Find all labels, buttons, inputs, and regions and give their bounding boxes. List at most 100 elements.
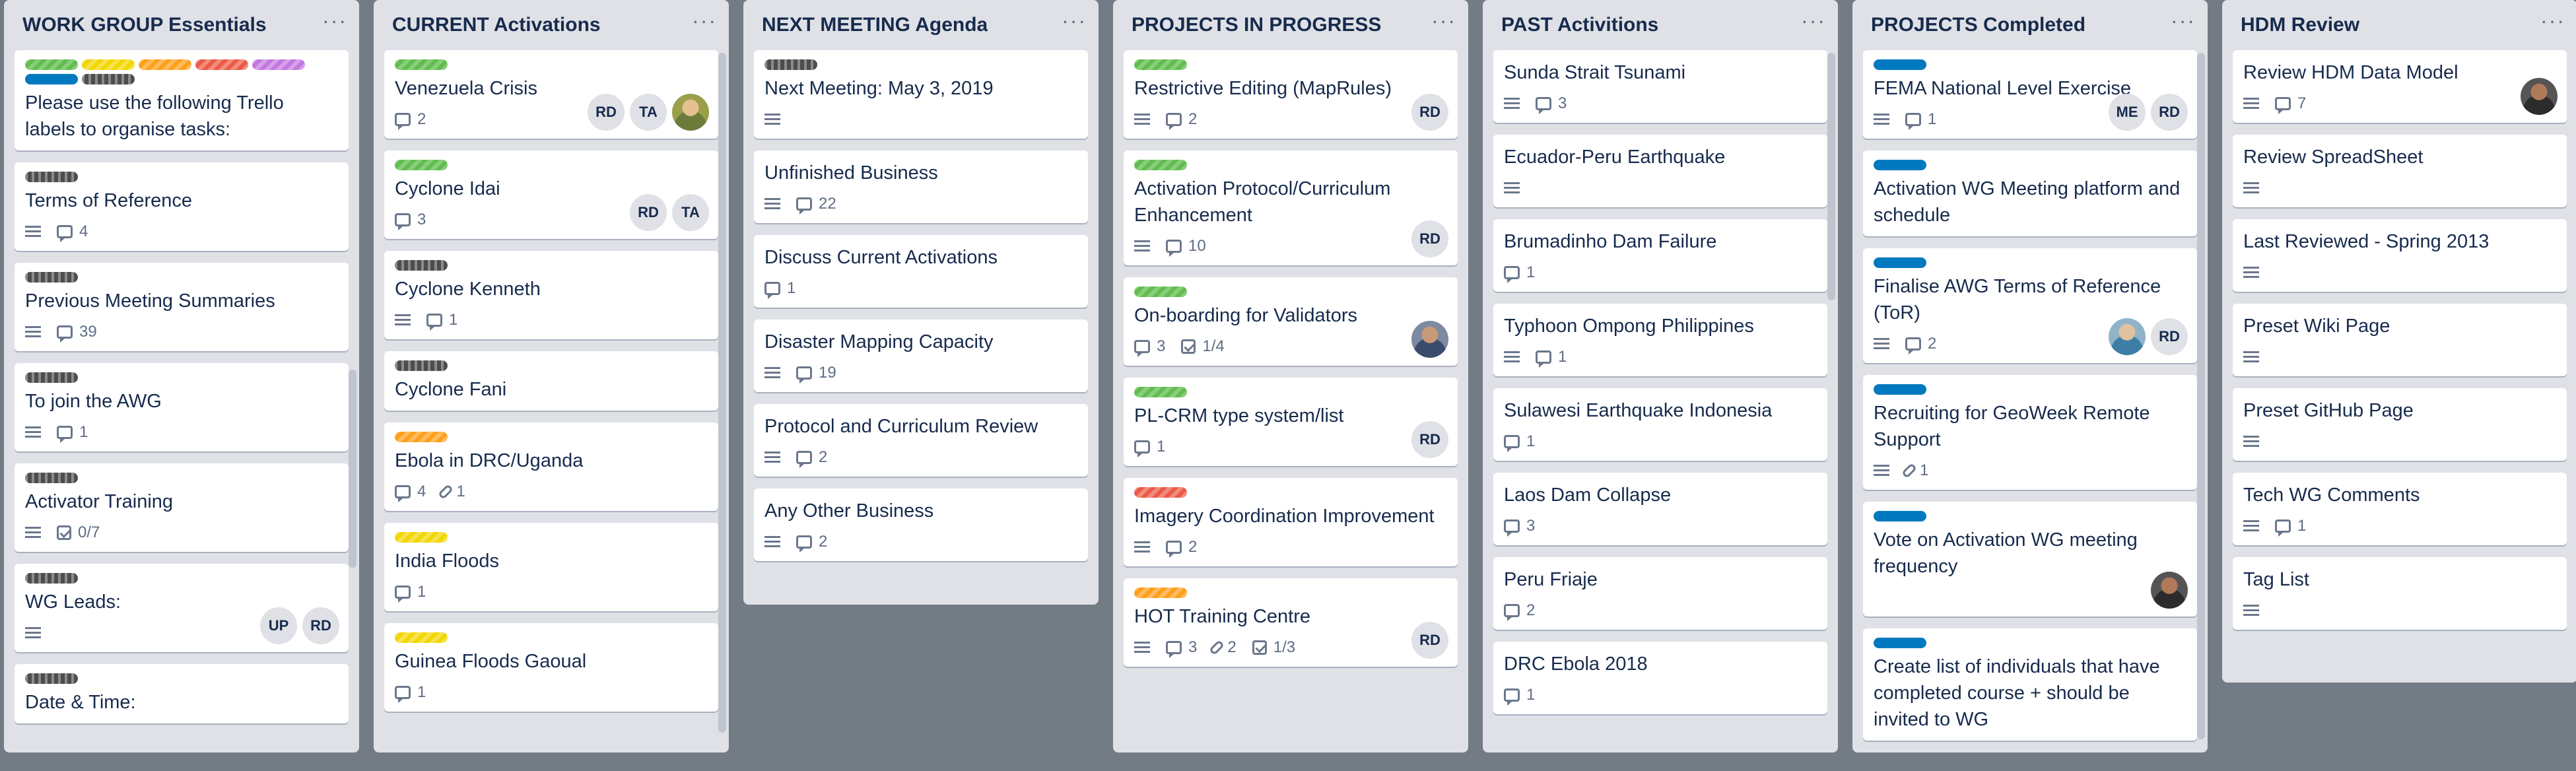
list-menu-icon[interactable]: ··· (1801, 10, 1826, 40)
list-scrollbar[interactable] (1827, 53, 1835, 300)
label-green[interactable] (1134, 286, 1187, 297)
card[interactable]: PL-CRM type system/list 1 RD (1124, 378, 1458, 466)
list-menu-icon[interactable]: ··· (2171, 10, 2196, 40)
card[interactable]: Protocol and Curriculum Review 2 (754, 404, 1088, 477)
avatar-photo[interactable] (2151, 572, 2188, 609)
label-green[interactable] (395, 160, 448, 170)
card[interactable]: Last Reviewed - Spring 2013 (2233, 219, 2567, 292)
avatar-initials[interactable]: RD (588, 94, 625, 131)
card[interactable]: India Floods 1 (384, 523, 718, 611)
avatar-initials[interactable]: TA (630, 94, 667, 131)
card[interactable]: Peru Friaje 2 (1493, 557, 1827, 630)
label-black[interactable] (25, 473, 78, 483)
label-blue[interactable] (1874, 59, 1926, 70)
card[interactable]: Vote on Activation WG meeting frequency (1863, 502, 2197, 617)
avatar-initials[interactable]: UP (260, 607, 297, 644)
card[interactable]: On-boarding for Validators 3 1/4 (1124, 277, 1458, 366)
card[interactable]: Date & Time: (15, 664, 349, 723)
list-title[interactable]: PAST Activitions (1501, 14, 1658, 36)
card[interactable]: Finalise AWG Terms of Reference (ToR) 2 RD (1863, 248, 2197, 363)
label-black[interactable] (82, 74, 135, 84)
card[interactable]: Activator Training 0/7 (15, 463, 349, 552)
list-scrollbar[interactable] (718, 53, 726, 733)
avatar-initials[interactable]: RD (2151, 94, 2188, 131)
label-blue[interactable] (1874, 638, 1926, 648)
avatar-initials[interactable]: RD (1411, 94, 1448, 131)
card[interactable]: Preset GitHub Page (2233, 388, 2567, 461)
card[interactable]: Imagery Coordination Improvement 2 (1124, 478, 1458, 566)
card[interactable]: Brumadinho Dam Failure 1 (1493, 219, 1827, 292)
card[interactable]: Sulawesi Earthquake Indonesia 1 (1493, 388, 1827, 461)
card[interactable]: To join the AWG 1 (15, 363, 349, 452)
list-title[interactable]: PROJECTS IN PROGRESS (1132, 14, 1381, 36)
card[interactable]: Tag List (2233, 557, 2567, 630)
card[interactable]: DRC Ebola 2018 1 (1493, 642, 1827, 714)
card[interactable]: Previous Meeting Summaries 39 (15, 263, 349, 351)
label-yellow[interactable] (395, 532, 448, 543)
list-menu-icon[interactable]: ··· (322, 10, 347, 40)
card[interactable]: Review HDM Data Model 7 (2233, 50, 2567, 123)
label-black[interactable] (25, 372, 78, 383)
card[interactable]: Create list of individuals that have com… (1863, 628, 2197, 741)
label-blue[interactable] (1874, 384, 1926, 395)
list-menu-icon[interactable]: ··· (1062, 10, 1087, 40)
label-blue[interactable] (1874, 160, 1926, 170)
card[interactable]: Tech WG Comments 1 (2233, 473, 2567, 545)
card[interactable]: Disaster Mapping Capacity 19 (754, 319, 1088, 392)
label-yellow[interactable] (395, 632, 448, 643)
card[interactable]: Activation Protocol/Curriculum Enhanceme… (1124, 151, 1458, 265)
label-black[interactable] (764, 59, 817, 70)
avatar-initials[interactable]: RD (2151, 318, 2188, 355)
label-green[interactable] (395, 59, 448, 70)
card[interactable]: Cyclone Fani (384, 351, 718, 411)
list-title[interactable]: HDM Review (2241, 14, 2359, 36)
card[interactable]: Terms of Reference 4 (15, 162, 349, 251)
card[interactable]: Activation WG Meeting platform and sched… (1863, 151, 2197, 236)
avatar-initials[interactable]: RD (302, 607, 339, 644)
label-blue[interactable] (1874, 511, 1926, 521)
card[interactable]: Next Meeting: May 3, 2019 (754, 50, 1088, 139)
avatar-initials[interactable]: RD (1411, 622, 1448, 659)
card[interactable]: Cyclone Idai 3 RD TA (384, 151, 718, 239)
list-menu-icon[interactable]: ··· (1431, 10, 1456, 40)
card[interactable]: Discuss Current Activations 1 (754, 235, 1088, 308)
card[interactable]: Sunda Strait Tsunami 3 (1493, 50, 1827, 123)
avatar-photo[interactable] (1411, 321, 1448, 358)
card[interactable]: Ebola in DRC/Uganda 4 1 (384, 422, 718, 511)
list-title[interactable]: NEXT MEETING Agenda (762, 14, 988, 36)
list-title[interactable]: WORK GROUP Essentials (22, 14, 267, 36)
card[interactable]: FEMA National Level Exercise 1 ME RD (1863, 50, 2197, 139)
list-title[interactable]: PROJECTS Completed (1871, 14, 2085, 36)
card[interactable]: Any Other Business 2 (754, 488, 1088, 561)
label-black[interactable] (25, 272, 78, 283)
label-red[interactable] (1134, 487, 1187, 498)
list-scrollbar[interactable] (349, 370, 356, 568)
avatar-initials[interactable]: TA (672, 194, 709, 231)
label-green[interactable] (25, 59, 78, 70)
label-purple[interactable] (252, 59, 305, 70)
label-black[interactable] (25, 172, 78, 182)
card[interactable]: Typhoon Ompong Philippines 1 (1493, 304, 1827, 376)
avatar-initials[interactable]: RD (1411, 421, 1448, 458)
label-black[interactable] (395, 360, 448, 371)
card[interactable]: Restrictive Editing (MapRules) 2 RD (1124, 50, 1458, 139)
label-green[interactable] (1134, 160, 1187, 170)
avatar-photo[interactable] (2109, 318, 2146, 355)
card[interactable]: Recruiting for GeoWeek Remote Support 1 (1863, 375, 2197, 490)
list-scrollbar[interactable] (2197, 53, 2205, 739)
avatar-initials[interactable]: ME (2109, 94, 2146, 131)
avatar-initials[interactable]: RD (630, 194, 667, 231)
card[interactable]: Venezuela Crisis 2 RD TA (384, 50, 718, 139)
label-green[interactable] (1134, 59, 1187, 70)
list-menu-icon[interactable]: ··· (2540, 10, 2565, 40)
label-black[interactable] (25, 673, 78, 684)
card[interactable]: Review SpreadSheet (2233, 135, 2567, 207)
card[interactable]: Preset Wiki Page (2233, 304, 2567, 376)
label-orange[interactable] (1134, 587, 1187, 598)
label-orange[interactable] (395, 432, 448, 442)
card[interactable]: Unfinished Business 22 (754, 151, 1088, 223)
avatar-photo[interactable] (2521, 78, 2558, 115)
card[interactable]: Please use the following Trello labels t… (15, 50, 349, 151)
card[interactable]: Cyclone Kenneth 1 (384, 251, 718, 339)
card[interactable]: Guinea Floods Gaoual 1 (384, 623, 718, 712)
